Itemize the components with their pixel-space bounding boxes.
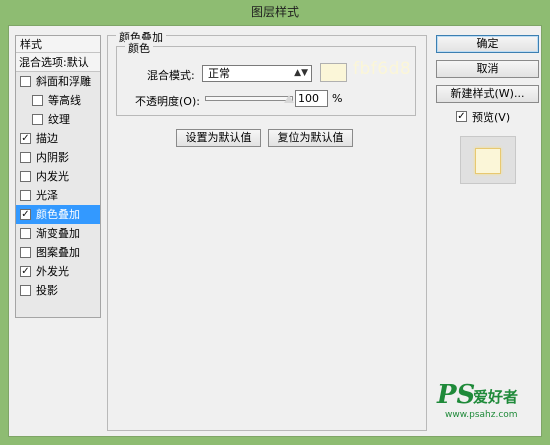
unchecked-checkbox[interactable] — [20, 76, 31, 87]
blend-mode-label: 混合模式: — [147, 69, 195, 82]
watermark-url: www.psahz.com — [445, 410, 518, 420]
style-item-label: 描边 — [36, 132, 58, 145]
cancel-button[interactable]: 取消 — [436, 60, 539, 78]
checked-checkbox[interactable]: ✓ — [20, 266, 31, 277]
blending-options-label: 混合选项:默认 — [19, 56, 89, 69]
opacity-label: 不透明度(O): — [135, 95, 200, 108]
styles-list-header[interactable]: 样式 — [16, 36, 100, 53]
ok-button[interactable]: 确定 — [436, 35, 539, 53]
unchecked-checkbox[interactable] — [20, 190, 31, 201]
style-item-label: 光泽 — [36, 189, 58, 202]
style-item[interactable]: 纹理 — [16, 110, 100, 129]
style-item[interactable]: 渐变叠加 — [16, 224, 100, 243]
unchecked-checkbox[interactable] — [20, 171, 31, 182]
overlay-color-hex: fbf6d8 — [353, 59, 412, 79]
unchecked-checkbox[interactable] — [32, 114, 43, 125]
layer-style-window: 图层样式 样式 混合选项:默认 斜面和浮雕等高线纹理 ✓ 描边内阴影内发光光泽 ✓ 颜色… — [0, 0, 550, 445]
style-item[interactable]: 光泽 — [16, 186, 100, 205]
style-item[interactable]: 等高线 — [16, 91, 100, 110]
style-preview-swatch — [475, 148, 501, 174]
styles-list: 样式 混合选项:默认 斜面和浮雕等高线纹理 ✓ 描边内阴影内发光光泽 ✓ 颜色叠加渐变叠… — [15, 35, 101, 318]
style-item[interactable]: 内发光 — [16, 167, 100, 186]
style-item-label: 投影 — [36, 284, 58, 297]
style-item-label: 等高线 — [48, 94, 81, 107]
checked-checkbox[interactable]: ✓ — [20, 133, 31, 144]
style-item-label: 纹理 — [48, 113, 70, 126]
opacity-slider-thumb[interactable] — [284, 95, 294, 103]
style-item-label: 内发光 — [36, 170, 69, 183]
window-title: 图层样式 — [250, 5, 299, 19]
style-item[interactable]: ✓ 描边 — [16, 129, 100, 148]
style-item-label: 内阴影 — [36, 151, 69, 164]
opacity-input[interactable]: 100 — [295, 90, 328, 107]
unchecked-checkbox[interactable] — [32, 95, 43, 106]
opacity-slider-track[interactable] — [205, 96, 293, 101]
color-subgroup-title: 颜色 — [125, 40, 153, 56]
watermark-text: 爱好者 — [473, 388, 519, 406]
unchecked-checkbox[interactable] — [20, 247, 31, 258]
set-default-button[interactable]: 设置为默认值 — [176, 129, 261, 147]
style-item[interactable]: 内阴影 — [16, 148, 100, 167]
unchecked-checkbox[interactable] — [20, 228, 31, 239]
overlay-color-swatch[interactable] — [320, 63, 347, 82]
color-overlay-group: 颜色叠加 颜色 混合模式: 正常 ▲▼ fbf6d8 不透明度(O): 100 … — [107, 29, 427, 431]
style-item-label: 外发光 — [36, 265, 69, 278]
style-item[interactable]: 图案叠加 — [16, 243, 100, 262]
style-item[interactable]: 投影 — [16, 281, 100, 300]
style-item[interactable]: ✓ 外发光 — [16, 262, 100, 281]
unchecked-checkbox[interactable] — [20, 152, 31, 163]
style-item-label: 渐变叠加 — [36, 227, 80, 240]
reset-default-button[interactable]: 复位为默认值 — [268, 129, 353, 147]
style-item-label: 颜色叠加 — [36, 208, 80, 221]
dialog-client-area: 样式 混合选项:默认 斜面和浮雕等高线纹理 ✓ 描边内阴影内发光光泽 ✓ 颜色叠加渐变叠… — [8, 25, 542, 437]
new-style-button[interactable]: 新建样式(W)... — [436, 85, 539, 103]
blending-options-item[interactable]: 混合选项:默认 — [16, 53, 100, 72]
preview-label: 预览(V) — [472, 111, 511, 124]
dropdown-arrow-icon: ▲▼ — [294, 68, 308, 78]
style-preview — [460, 136, 516, 184]
blend-mode-select[interactable]: 正常 ▲▼ — [202, 65, 312, 82]
watermark: PS 爱好者 www.psahz.com — [437, 380, 518, 420]
style-item-label: 斜面和浮雕 — [36, 75, 91, 88]
style-item[interactable]: ✓ 颜色叠加 — [16, 205, 100, 224]
color-subgroup: 颜色 混合模式: 正常 ▲▼ fbf6d8 不透明度(O): 100 % — [116, 40, 416, 116]
style-items: 斜面和浮雕等高线纹理 ✓ 描边内阴影内发光光泽 ✓ 颜色叠加渐变叠加图案叠加 ✓ 外发光投影 — [16, 72, 100, 300]
blend-mode-value: 正常 — [208, 67, 230, 80]
checked-checkbox[interactable]: ✓ — [20, 209, 31, 220]
style-item-label: 图案叠加 — [36, 246, 80, 259]
style-item[interactable]: 斜面和浮雕 — [16, 72, 100, 91]
preview-checkbox-box[interactable]: ✓ — [456, 111, 467, 122]
unchecked-checkbox[interactable] — [20, 285, 31, 296]
watermark-logo: PS — [437, 380, 476, 410]
opacity-unit: % — [332, 92, 343, 105]
